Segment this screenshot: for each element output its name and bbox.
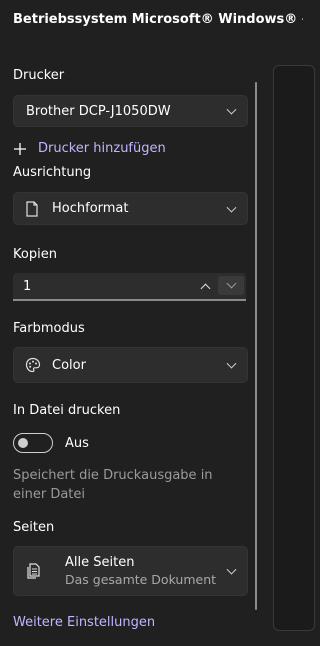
- pages-select[interactable]: Alle Seiten Das gesamte Dokument: [13, 546, 248, 596]
- orientation-select[interactable]: Hochformat: [13, 192, 248, 225]
- toggle-knob: [18, 438, 28, 448]
- plus-icon: [14, 142, 26, 155]
- add-printer-label: Drucker hinzufügen: [38, 141, 166, 156]
- printer-label: Drucker: [13, 68, 65, 83]
- printer-value: Brother DCP-J1050DW: [26, 103, 171, 119]
- pages-subtitle: Das gesamte Dokument: [65, 572, 217, 587]
- increment-button[interactable]: [193, 276, 217, 296]
- chevron-down-icon: [226, 564, 237, 575]
- add-printer-link[interactable]: Drucker hinzufügen: [13, 141, 166, 156]
- printer-select[interactable]: Brother DCP-J1050DW: [13, 95, 248, 127]
- color-mode-label: Farbmodus: [13, 321, 85, 336]
- more-settings-link[interactable]: Weitere Einstellungen: [13, 615, 155, 630]
- settings-scrollbar[interactable]: [255, 82, 257, 610]
- documents-icon: [27, 563, 40, 579]
- pages-value: Alle Seiten: [65, 555, 135, 570]
- print-to-file-toggle[interactable]: [13, 433, 53, 453]
- document-icon: [26, 200, 38, 217]
- copies-value: 1: [23, 279, 32, 294]
- print-to-file-description: Speichert die Druckausgabe in einer Date…: [13, 468, 213, 502]
- color-mode-value: Color: [52, 357, 86, 373]
- pages-label: Seiten: [13, 520, 55, 535]
- toggle-state-label: Aus: [65, 436, 89, 451]
- chevron-down-icon: [226, 358, 237, 369]
- orientation-value: Hochformat: [52, 201, 129, 216]
- chevron-down-icon: [226, 104, 237, 115]
- copies-label: Kopien: [13, 247, 57, 262]
- chevron-down-icon: [226, 202, 237, 213]
- color-mode-select[interactable]: Color: [13, 347, 248, 383]
- print-to-file-label: In Datei drucken: [13, 403, 121, 418]
- copies-stepper[interactable]: 1: [13, 273, 246, 301]
- print-preview-pane: [273, 65, 315, 631]
- window-title: Betriebssystem Microsoft® Windows® – Dru…: [13, 12, 303, 27]
- decrement-button[interactable]: [218, 276, 244, 295]
- palette-icon: [25, 357, 41, 373]
- orientation-label: Ausrichtung: [13, 165, 92, 180]
